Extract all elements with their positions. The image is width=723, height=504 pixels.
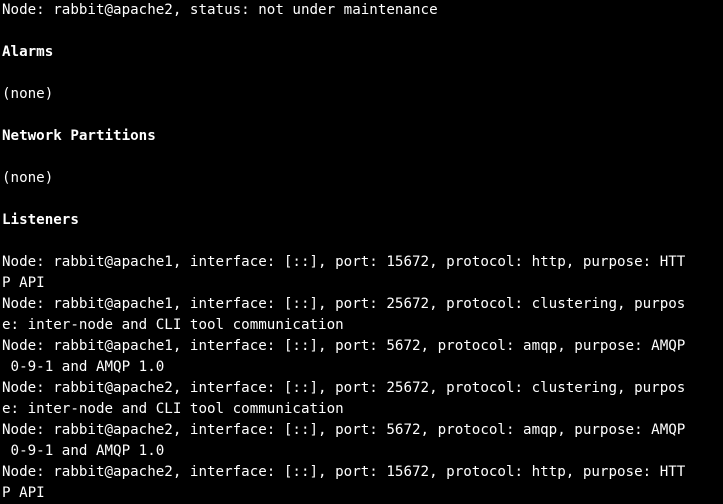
node-status-line: Node: rabbit@apache2, status: not under … — [2, 2, 438, 18]
network-partitions-heading: Network Partitions — [2, 128, 156, 144]
listener-line-wrap: 0-9-1 and AMQP 1.0 — [2, 443, 165, 459]
listener-line-wrap: P API — [2, 485, 45, 501]
alarms-value: (none) — [2, 86, 54, 102]
listener-line-wrap: P API — [2, 275, 45, 291]
listener-line: Node: rabbit@apache2, interface: [::], p… — [2, 464, 686, 480]
listener-line: Node: rabbit@apache1, interface: [::], p… — [2, 296, 686, 312]
listener-line-wrap: e: inter-node and CLI tool communication — [2, 317, 344, 333]
listener-line: Node: rabbit@apache1, interface: [::], p… — [2, 338, 686, 354]
listener-line-wrap: 0-9-1 and AMQP 1.0 — [2, 359, 165, 375]
listener-line: Node: rabbit@apache2, interface: [::], p… — [2, 380, 686, 396]
listeners-heading: Listeners — [2, 212, 79, 228]
terminal-window[interactable]: Node: rabbit@apache2, status: not under … — [0, 0, 723, 504]
alarms-heading: Alarms — [2, 44, 54, 60]
listener-line-wrap: e: inter-node and CLI tool communication — [2, 401, 344, 417]
network-partitions-value: (none) — [2, 170, 54, 186]
listener-line: Node: rabbit@apache1, interface: [::], p… — [2, 254, 686, 270]
listener-line: Node: rabbit@apache2, interface: [::], p… — [2, 422, 686, 438]
